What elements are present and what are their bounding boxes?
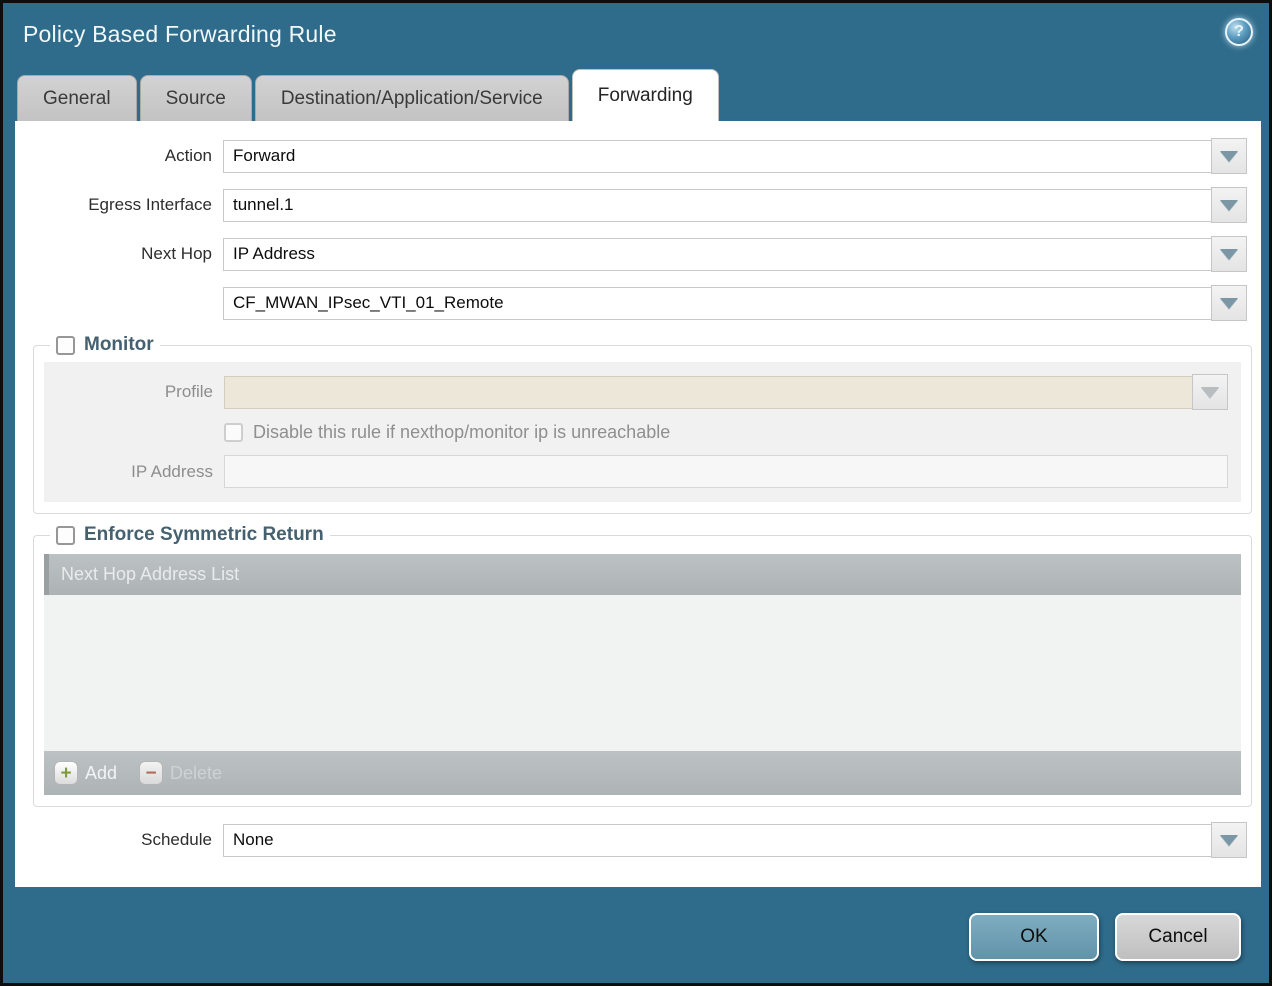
ok-button[interactable]: OK: [969, 913, 1099, 961]
dialog-title: Policy Based Forwarding Rule: [23, 21, 337, 48]
monitor-ip-address-row: IP Address: [44, 455, 1241, 488]
monitor-legend: Monitor: [50, 334, 160, 356]
chevron-down-icon: [1220, 249, 1238, 260]
next-hop-address-list-table: Next Hop Address List + Add − Delete: [44, 554, 1241, 795]
egress-interface-row: Egress Interface: [15, 187, 1261, 223]
next-hop-address-combo: [223, 285, 1247, 321]
tab-label: Destination/Application/Service: [281, 88, 543, 110]
egress-interface-combo: [223, 187, 1247, 223]
monitor-section: Monitor Profile Disable this rule if nex…: [33, 334, 1252, 514]
action-dropdown-button[interactable]: [1211, 138, 1247, 174]
tab-destination-application-service[interactable]: Destination/Application/Service: [255, 75, 569, 121]
schedule-dropdown-button[interactable]: [1211, 822, 1247, 858]
profile-dropdown-button: [1192, 374, 1228, 410]
action-label: Action: [15, 146, 223, 166]
symmetric-return-legend: Enforce Symmetric Return: [50, 524, 330, 546]
symmetric-return-checkbox[interactable]: [56, 526, 75, 545]
chevron-down-icon: [1220, 835, 1238, 846]
table-body: [44, 595, 1241, 751]
add-button[interactable]: + Add: [54, 761, 117, 785]
monitor-panel: Profile Disable this rule if nexthop/mon…: [44, 362, 1241, 502]
egress-interface-dropdown-button[interactable]: [1211, 187, 1247, 223]
egress-interface-input[interactable]: [223, 189, 1212, 222]
add-button-label: Add: [85, 763, 117, 784]
disable-rule-checkbox: [224, 423, 243, 442]
next-hop-type-input[interactable]: [223, 238, 1212, 271]
dialog-footer: OK Cancel: [969, 913, 1241, 961]
tab-label: Source: [166, 88, 226, 110]
next-hop-dropdown-button[interactable]: [1211, 236, 1247, 272]
pbf-rule-dialog: Policy Based Forwarding Rule ? General S…: [0, 0, 1272, 986]
monitor-checkbox[interactable]: [56, 336, 75, 355]
tab-label: Forwarding: [598, 85, 693, 107]
monitor-legend-label: Monitor: [84, 334, 154, 356]
table-footer: + Add − Delete: [44, 751, 1241, 795]
action-combo: [223, 138, 1247, 174]
monitor-ip-address-label: IP Address: [44, 462, 224, 482]
plus-icon: +: [54, 761, 78, 785]
cancel-button[interactable]: Cancel: [1115, 913, 1241, 961]
table-header-label: Next Hop Address List: [61, 564, 239, 585]
schedule-combo: [223, 822, 1247, 858]
minus-icon: −: [139, 761, 163, 785]
egress-interface-label: Egress Interface: [15, 195, 223, 215]
chevron-down-icon: [1220, 200, 1238, 211]
tab-bar: General Source Destination/Application/S…: [17, 69, 1261, 121]
titlebar: Policy Based Forwarding Rule ?: [3, 3, 1269, 69]
next-hop-address-input[interactable]: [223, 287, 1212, 320]
next-hop-address-dropdown-button[interactable]: [1211, 285, 1247, 321]
next-hop-combo: [223, 236, 1247, 272]
delete-button-label: Delete: [170, 763, 222, 784]
disable-rule-label: Disable this rule if nexthop/monitor ip …: [253, 422, 670, 443]
tab-general[interactable]: General: [17, 75, 137, 121]
tab-content-forwarding: Action Egress Interface Next Hop: [15, 121, 1261, 887]
plus-glyph: +: [60, 764, 71, 783]
tab-source[interactable]: Source: [140, 75, 252, 121]
table-header: Next Hop Address List: [44, 554, 1241, 595]
help-icon[interactable]: ?: [1225, 18, 1253, 46]
next-hop-address-row: [15, 285, 1261, 321]
delete-button: − Delete: [139, 761, 222, 785]
action-input[interactable]: [223, 140, 1212, 173]
help-glyph: ?: [1234, 23, 1244, 41]
monitor-ip-address-input: [224, 455, 1228, 488]
tab-forwarding[interactable]: Forwarding: [572, 69, 719, 121]
symmetric-return-legend-label: Enforce Symmetric Return: [84, 524, 324, 546]
next-hop-label: Next Hop: [15, 244, 223, 264]
chevron-down-icon: [1220, 151, 1238, 162]
tab-label: General: [43, 88, 111, 110]
chevron-down-icon: [1220, 298, 1238, 309]
profile-label: Profile: [44, 382, 224, 402]
next-hop-row: Next Hop: [15, 236, 1261, 272]
symmetric-return-section: Enforce Symmetric Return Next Hop Addres…: [33, 524, 1252, 807]
action-row: Action: [15, 138, 1261, 174]
profile-row: Profile: [44, 374, 1241, 410]
profile-input: [224, 376, 1193, 409]
minus-glyph: −: [145, 764, 156, 783]
schedule-label: Schedule: [15, 830, 223, 850]
schedule-input[interactable]: [223, 824, 1212, 857]
disable-rule-row: Disable this rule if nexthop/monitor ip …: [44, 422, 1241, 443]
schedule-row: Schedule: [15, 822, 1261, 858]
chevron-down-icon: [1201, 387, 1219, 398]
